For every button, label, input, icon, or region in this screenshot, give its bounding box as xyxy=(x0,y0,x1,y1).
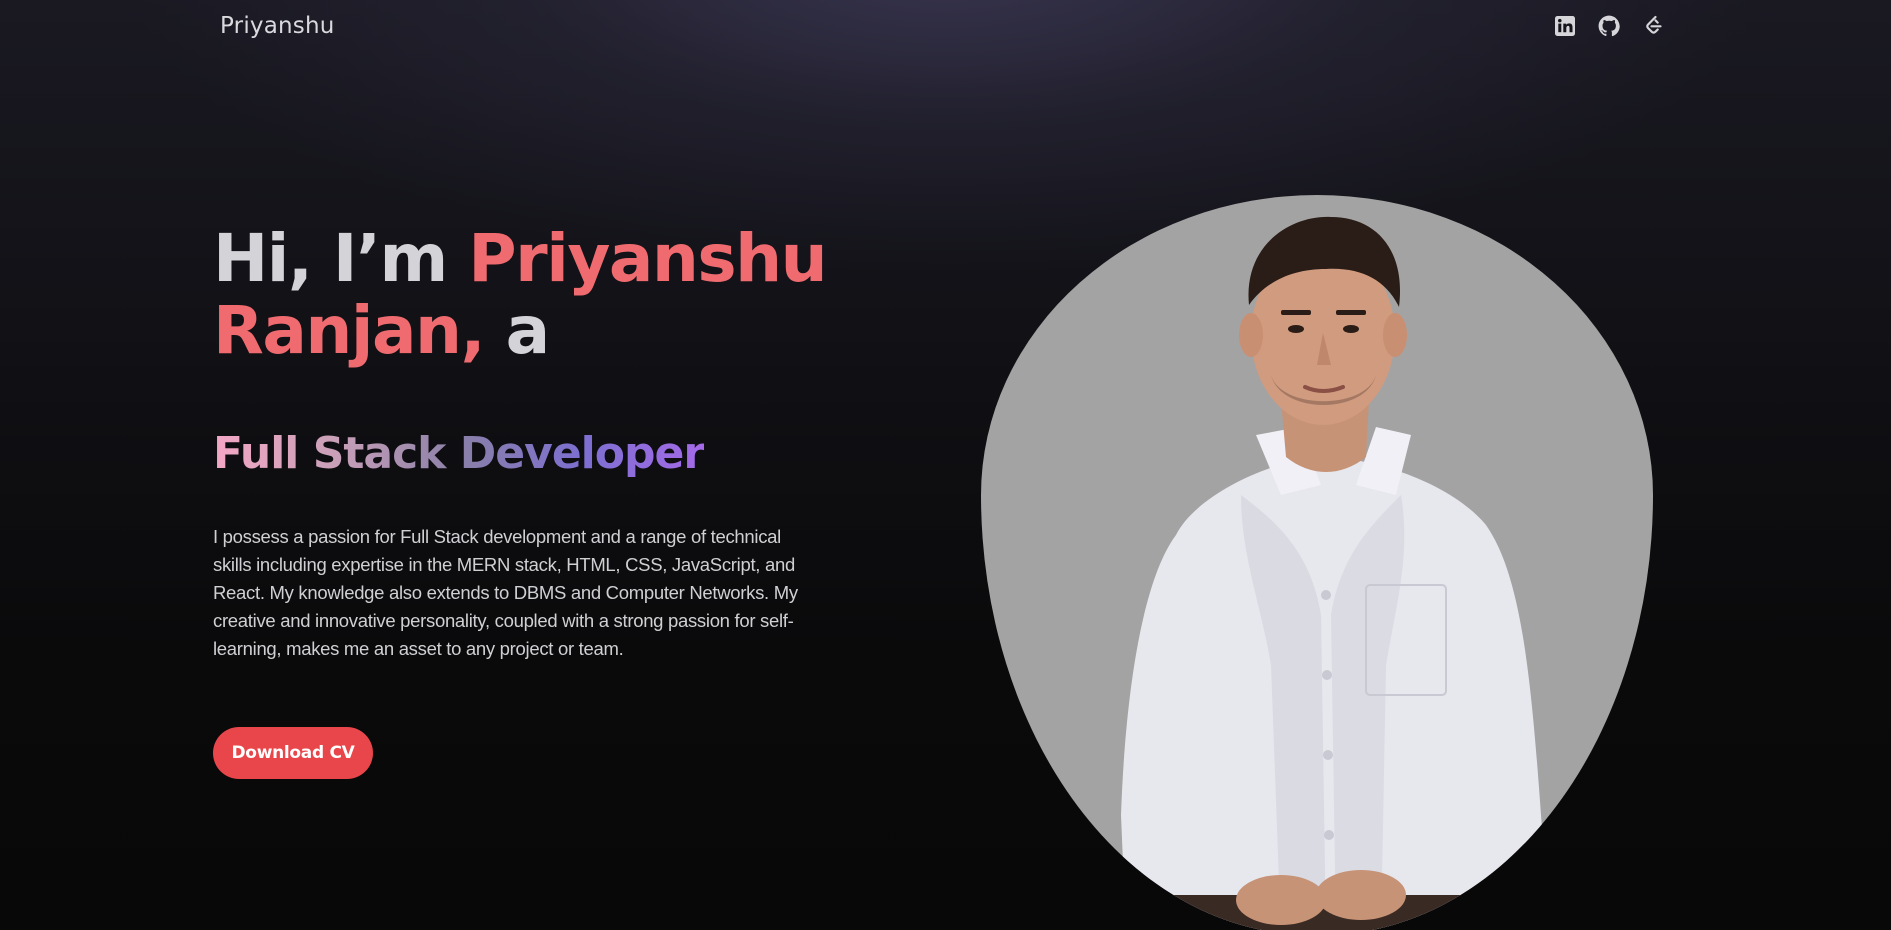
brand-logo-text[interactable]: Priyanshu xyxy=(220,13,335,39)
profile-photo-illustration xyxy=(1121,216,1551,930)
github-icon[interactable] xyxy=(1596,13,1622,39)
headline-greeting: Hi, I’m xyxy=(213,220,448,297)
download-cv-button[interactable]: Download CV xyxy=(213,727,373,779)
headline-suffix: a xyxy=(505,292,551,369)
role-word: Developer xyxy=(459,428,705,479)
role-word: Full xyxy=(213,428,299,479)
about-paragraph: I possess a passion for Full Stack devel… xyxy=(213,526,798,659)
social-links xyxy=(1552,13,1666,39)
top-nav: Priyanshu xyxy=(0,0,1891,55)
hero-intro: Hi, I’m Priyanshu Ranjan, a Full Stack D… xyxy=(213,223,853,682)
leetcode-icon[interactable] xyxy=(1640,13,1666,39)
role-title: Full Stack Developer xyxy=(213,427,704,481)
hero-headline: Hi, I’m Priyanshu Ranjan, a xyxy=(213,223,853,367)
role-word: Stack xyxy=(312,428,446,479)
linkedin-icon[interactable] xyxy=(1552,13,1578,39)
profile-photo xyxy=(981,195,1653,930)
